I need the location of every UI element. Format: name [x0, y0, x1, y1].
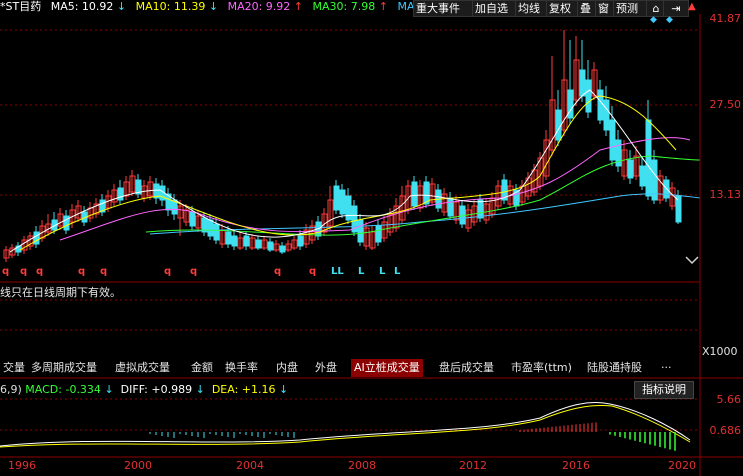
year-label: 2008 [348, 459, 376, 472]
candle-body [345, 195, 352, 221]
tab-after-hours-volume[interactable]: 盘后成交量 [436, 359, 497, 377]
candle-body [447, 197, 454, 217]
candle-body [639, 165, 646, 187]
candle-body [603, 99, 610, 131]
sell-signal: L [394, 266, 401, 277]
tab-turnover-rate[interactable]: 换手率 [222, 359, 261, 377]
tab-pe-ttm[interactable]: 市盈率(ttm) [508, 359, 575, 377]
candle-body [411, 181, 418, 207]
tab-inner-volume[interactable]: 内盘 [273, 359, 301, 377]
buy-signal: q [100, 266, 108, 277]
candle-body [375, 225, 382, 243]
ma-line [9, 89, 679, 253]
buy-signal: q [78, 266, 86, 277]
candle-body [597, 89, 604, 121]
year-label: 2020 [668, 459, 696, 472]
macd-params: 6,9) [0, 383, 22, 396]
candle-body [231, 235, 238, 247]
candle-body [207, 219, 214, 237]
macd-value: MACD: -0.334 ↓ [25, 383, 114, 396]
candle-body [357, 219, 364, 243]
candle-body [225, 231, 232, 245]
price-axis-top: 41.87 [709, 12, 742, 25]
tab-volume[interactable]: 交量 [0, 359, 28, 377]
candle-body [567, 89, 574, 119]
volume-notice: 线只在日线周期下有效。 [0, 286, 121, 299]
volume-grid [0, 299, 700, 331]
diff-line [0, 402, 691, 447]
sell-signal: L [358, 266, 365, 277]
candle-body [255, 239, 262, 249]
candle-body [117, 187, 124, 201]
indicator-tab-bar: 交量 多周期成交量 虚拟成交量 金额 换手率 内盘 外盘 AI立桩成交量 盘后成… [0, 359, 743, 378]
tab-outer-volume[interactable]: 外盘 [312, 359, 340, 377]
tab-multi-period-volume[interactable]: 多周期成交量 [28, 359, 100, 377]
candle-body [675, 195, 682, 223]
tab-more[interactable]: ··· [658, 359, 675, 377]
time-axis: 1996 2000 2004 2008 2012 2016 2020 [0, 459, 743, 475]
buy-signal: q [190, 266, 198, 277]
buy-signal: q [164, 266, 172, 277]
candle-body [243, 235, 250, 247]
kline-chart [0, 14, 743, 476]
candle-body [333, 185, 340, 211]
candle-body [297, 235, 304, 247]
candle-body [477, 199, 484, 219]
candle-body [189, 211, 196, 227]
moving-average-lines [9, 89, 701, 253]
macd-axis-low: 0.686 [709, 424, 742, 437]
candle-body [339, 189, 346, 215]
year-label: 1996 [8, 459, 36, 472]
year-label: 2016 [562, 459, 590, 472]
candle-body [33, 231, 40, 245]
macd-readout: 6,9) MACD: -0.334 ↓ DIFF: +0.989 ↓ DEA: … [0, 383, 288, 396]
candle-body [213, 223, 220, 241]
sell-signal: LL [331, 266, 344, 277]
buy-signal: q [36, 266, 44, 277]
buy-signal: q [20, 266, 28, 277]
signal-markers: q q q q q q q q q LL L L L [0, 266, 410, 278]
year-label: 2004 [236, 459, 264, 472]
tab-ai-volume[interactable]: AI立桩成交量 [351, 359, 423, 377]
price-axis-low: 13.13 [709, 188, 742, 201]
dea-line [0, 405, 691, 448]
candle-body [585, 79, 592, 113]
tab-amount[interactable]: 金额 [188, 359, 216, 377]
buy-signal: q [274, 266, 282, 277]
indicator-help-button[interactable]: 指标说明 [634, 381, 694, 399]
buy-signal: q [2, 266, 10, 277]
candle-body [279, 245, 286, 253]
buy-signal: q [309, 266, 317, 277]
tab-northbound-holdings[interactable]: 陆股通持股 [584, 359, 645, 377]
candle-body [609, 119, 616, 161]
price-axis-mid: 27.50 [709, 98, 742, 111]
scroll-down-icon [685, 256, 699, 265]
year-label: 2012 [459, 459, 487, 472]
year-label: 2000 [124, 459, 152, 472]
candle-body [627, 159, 634, 179]
macd-axis-top: 5.66 [716, 393, 742, 406]
sell-signal: L [379, 266, 386, 277]
diff-value: DIFF: +0.989 ↓ [120, 383, 205, 396]
macd-pane [0, 398, 700, 451]
candle-body [579, 69, 586, 97]
tab-virtual-volume[interactable]: 虚拟成交量 [112, 359, 173, 377]
candle-body [555, 109, 562, 141]
dea-value: DEA: +1.16 ↓ [211, 383, 289, 396]
candle-body [267, 241, 274, 251]
volume-axis-unit: X1000 [702, 345, 738, 358]
candle-body [645, 119, 652, 197]
